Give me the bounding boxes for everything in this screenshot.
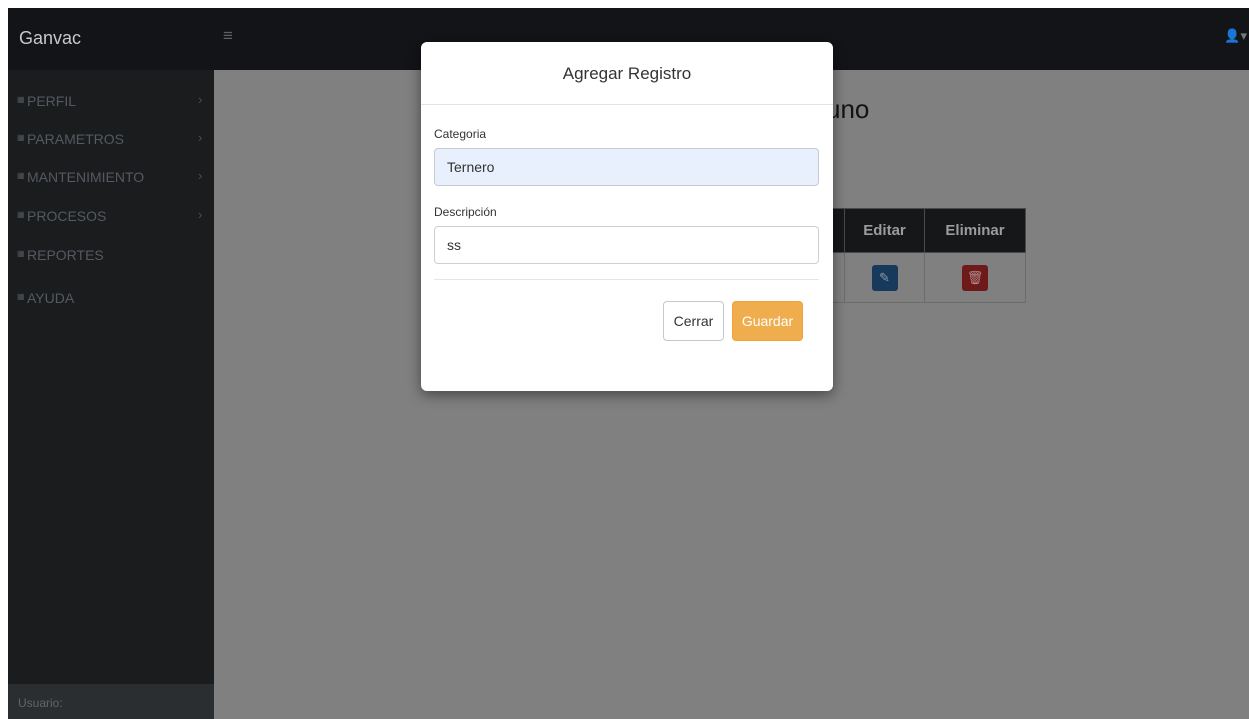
categoria-label: Categoria [434,127,487,141]
brand-logo[interactable]: Ganvac [19,28,81,49]
sidebar-footer: Usuario: [8,684,214,719]
add-record-modal: Agregar Registro Categoria Descripción C… [421,42,833,391]
categoria-field[interactable] [434,148,819,186]
chevron-right-icon: › [198,92,203,107]
descripcion-label: Descripción [434,205,497,219]
list-icon: ▦ [17,95,25,104]
table-row: ✎ 🗑 [802,252,1026,303]
column-header-eliminar: Eliminar [924,208,1026,253]
sidebar-item-label: REPORTES [27,247,104,263]
table-cell: 🗑 [924,252,1026,303]
list-icon: ▦ [17,292,25,301]
sidebar-item-label: PERFIL [27,93,77,109]
modal-header-divider [421,104,833,105]
sidebar-item-label: MANTENIMIENTO [27,169,145,185]
table-cell: ✎ [844,252,925,303]
sidebar-item-parametros[interactable]: ▦ PARAMETROS › [8,121,214,159]
delete-button[interactable]: 🗑 [962,264,988,291]
sidebar: ▦ PERFIL › ▦ PARAMETROS › ▦ MANTENIMIENT… [8,70,214,719]
app-frame: Ganvac ≡ 👤▾ ▦ PERFIL › ▦ PARAMETROS › ▦ … [8,8,1249,719]
list-icon: ▦ [17,171,25,180]
chevron-right-icon: › [198,207,203,222]
close-button[interactable]: Cerrar [663,301,724,341]
save-button[interactable]: Guardar [732,301,803,341]
hamburger-icon[interactable]: ≡ [223,26,233,46]
sidebar-item-procesos[interactable]: ▦ PROCESOS › [8,198,214,236]
list-icon: ▦ [17,210,25,219]
trash-icon: 🗑 [966,269,984,285]
list-icon: ▦ [17,249,25,258]
chevron-down-icon: ▾ [1240,28,1247,43]
chevron-right-icon: › [198,168,203,183]
sidebar-item-label: PARAMETROS [27,131,124,147]
sidebar-item-label: AYUDA [27,290,75,306]
sidebar-item-mantenimiento[interactable]: ▦ MANTENIMIENTO › [8,159,214,197]
modal-footer-divider [434,279,819,280]
sidebar-item-perfil[interactable]: ▦ PERFIL › [8,83,214,121]
user-label: Usuario: [18,696,63,710]
chevron-right-icon: › [198,130,203,145]
records-table: Editar Eliminar ✎ 🗑 [802,208,1026,303]
modal-title: Agregar Registro [562,64,692,83]
list-icon: ▦ [17,133,25,142]
edit-button[interactable]: ✎ [871,264,898,291]
column-header-editar: Editar [844,208,925,253]
user-icon: 👤 [1224,28,1241,43]
sidebar-item-label: PROCESOS [27,208,107,224]
edit-icon: ✎ [879,269,890,285]
sidebar-item-reportes[interactable]: ▦ REPORTES [8,237,214,275]
sidebar-item-ayuda[interactable]: ▦ AYUDA [8,280,214,318]
descripcion-field[interactable] [434,226,819,264]
user-menu[interactable]: 👤▾ [1224,28,1247,44]
